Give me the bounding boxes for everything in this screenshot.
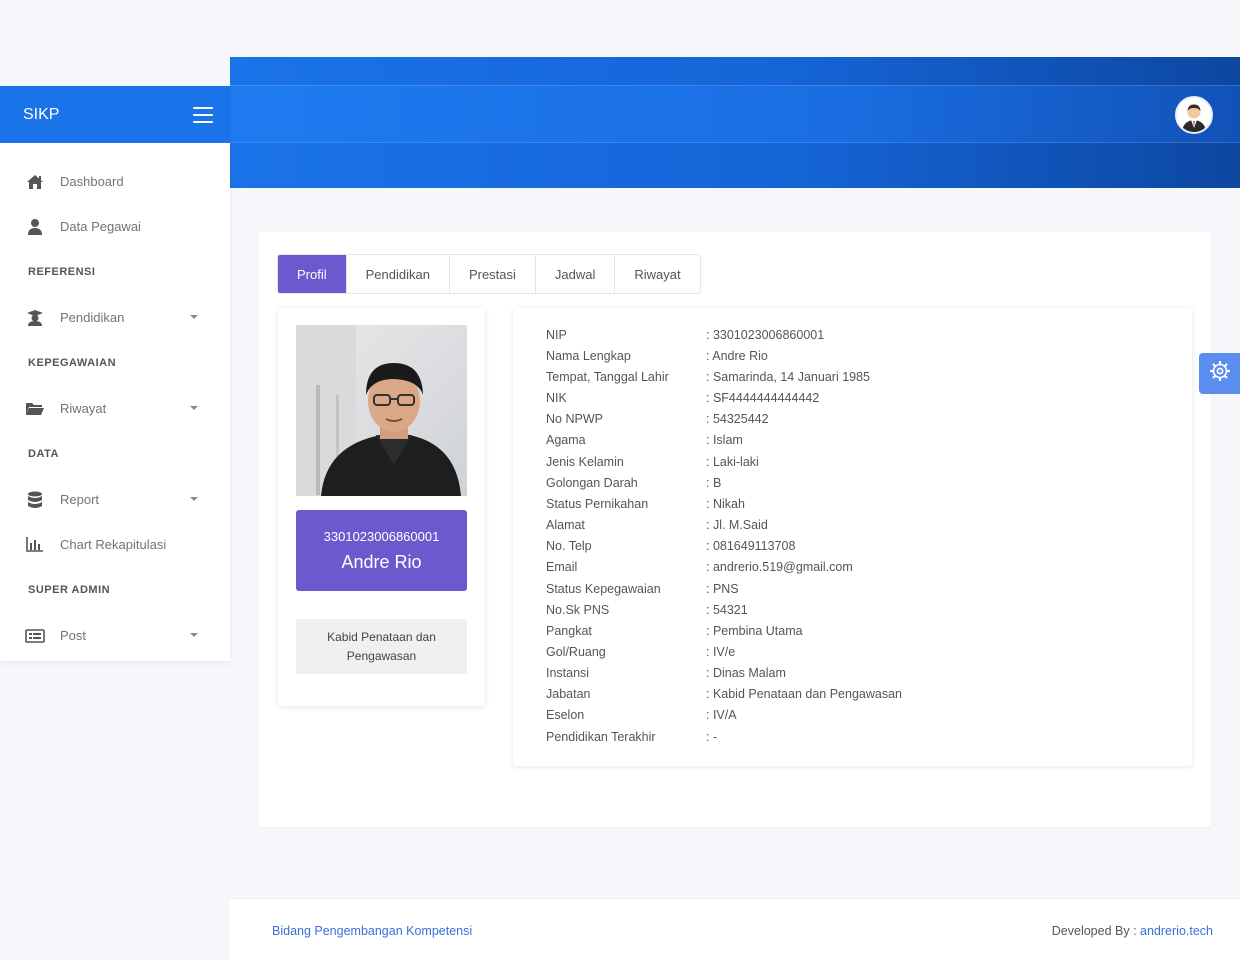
database-icon bbox=[24, 491, 46, 509]
detail-row: No. Telp: 081649113708 bbox=[546, 539, 796, 553]
tab-pendidikan[interactable]: Pendidikan bbox=[346, 255, 450, 293]
tab-prestasi[interactable]: Prestasi bbox=[449, 255, 536, 293]
detail-row: Jenis Kelamin: Laki-laki bbox=[546, 455, 759, 469]
header-bar bbox=[230, 57, 1240, 188]
sidebar-item-dashboard[interactable]: Dashboard bbox=[0, 159, 230, 204]
detail-row: Email: andrerio.519@gmail.com bbox=[546, 560, 853, 574]
profile-nip: 3301023006860001 bbox=[323, 529, 440, 544]
home-icon bbox=[24, 173, 46, 191]
detail-row: Nama Lengkap: Andre Rio bbox=[546, 349, 768, 363]
user-icon bbox=[24, 218, 46, 236]
footer-right: Developed By : andrerio.tech bbox=[1052, 924, 1213, 938]
folder-icon bbox=[24, 400, 46, 418]
user-avatar[interactable] bbox=[1175, 96, 1213, 134]
detail-row: Gol/Ruang: IV/e bbox=[546, 645, 736, 659]
tab-profil[interactable]: Profil bbox=[278, 255, 347, 293]
detail-row: Eselon: IV/A bbox=[546, 708, 737, 722]
sidebar: SIKP Dashboard Data Pegawai REFERENSI Pe… bbox=[0, 86, 230, 661]
gear-icon bbox=[1209, 360, 1230, 386]
detail-row: Tempat, Tanggal Lahir: Samarinda, 14 Jan… bbox=[546, 370, 870, 384]
hamburger-icon[interactable] bbox=[193, 106, 213, 123]
developer-link[interactable]: andrerio.tech bbox=[1140, 924, 1213, 938]
section-heading-super-admin: SUPER ADMIN bbox=[28, 584, 111, 596]
detail-row: Alamat: Jl. M.Said bbox=[546, 518, 768, 532]
footer-left-text[interactable]: Bidang Pengembangan Kompetensi bbox=[272, 924, 472, 938]
detail-row: Pangkat: Pembina Utama bbox=[546, 624, 803, 638]
chevron-down-icon bbox=[190, 315, 198, 319]
sidebar-item-chart-rekapitulasi[interactable]: Chart Rekapitulasi bbox=[0, 522, 230, 567]
profile-name: Andre Rio bbox=[341, 552, 422, 572]
section-heading-referensi: REFERENSI bbox=[28, 266, 96, 278]
sidebar-menu: Dashboard Data Pegawai REFERENSI Pendidi… bbox=[0, 143, 230, 658]
profile-card: 3301023006860001 Andre Rio Kabid Penataa… bbox=[278, 308, 485, 706]
sidebar-item-label: Dashboard bbox=[60, 174, 124, 189]
header-navbar bbox=[230, 85, 1240, 143]
profile-details: NIP: 3301023006860001 Nama Lengkap: Andr… bbox=[513, 308, 1192, 766]
chevron-down-icon bbox=[190, 633, 198, 637]
section-heading-kepegawaian: KEPEGAWAIAN bbox=[28, 357, 117, 369]
list-alt-icon bbox=[24, 627, 46, 645]
graduate-icon bbox=[24, 309, 46, 327]
sidebar-brand: SIKP bbox=[0, 86, 230, 143]
detail-row: NIK: SF4444444444442 bbox=[546, 391, 820, 405]
section-heading-data: DATA bbox=[28, 448, 59, 460]
profile-position: Kabid Penataan dan Pengawasan bbox=[296, 619, 467, 674]
sidebar-item-riwayat[interactable]: Riwayat bbox=[0, 386, 230, 431]
profile-panel: Profil Pendidikan Prestasi Jadwal Riwaya… bbox=[259, 232, 1211, 827]
settings-button[interactable] bbox=[1199, 353, 1240, 394]
detail-row: Agama: Islam bbox=[546, 433, 743, 447]
detail-row: NIP: 3301023006860001 bbox=[546, 328, 825, 342]
chevron-down-icon bbox=[190, 406, 198, 410]
footer: Bidang Pengembangan Kompetensi Developed… bbox=[230, 898, 1240, 960]
detail-row: Instansi: Dinas Malam bbox=[546, 666, 786, 680]
chevron-down-icon bbox=[190, 497, 198, 501]
profile-photo bbox=[296, 325, 467, 496]
footer-developed-by: Developed By : bbox=[1051, 924, 1137, 938]
sidebar-item-post[interactable]: Post bbox=[0, 613, 230, 658]
sidebar-item-label: Data Pegawai bbox=[60, 219, 141, 234]
detail-row: Golongan Darah: B bbox=[546, 476, 722, 490]
sidebar-item-label: Pendidikan bbox=[60, 310, 125, 325]
profile-id-box: 3301023006860001 Andre Rio bbox=[296, 510, 467, 591]
bar-chart-icon bbox=[24, 536, 46, 554]
sidebar-item-label: Riwayat bbox=[60, 401, 107, 416]
tab-riwayat[interactable]: Riwayat bbox=[615, 255, 700, 293]
sidebar-item-label: Post bbox=[60, 628, 87, 643]
tab-jadwal[interactable]: Jadwal bbox=[535, 255, 616, 293]
detail-row: Status Kepegawaian: PNS bbox=[546, 582, 739, 596]
profile-tabs: Profil Pendidikan Prestasi Jadwal Riwaya… bbox=[277, 254, 701, 294]
detail-row: Pendidikan Terakhir: - bbox=[546, 730, 718, 744]
sidebar-item-pendidikan[interactable]: Pendidikan bbox=[0, 295, 230, 340]
app-title[interactable]: SIKP bbox=[23, 106, 59, 124]
detail-row: Status Pernikahan: Nikah bbox=[546, 497, 745, 511]
detail-row: Jabatan: Kabid Penataan dan Pengawasan bbox=[546, 687, 902, 701]
sidebar-item-label: Report bbox=[60, 492, 100, 507]
sidebar-item-report[interactable]: Report bbox=[0, 477, 230, 522]
detail-row: No NPWP: 54325442 bbox=[546, 412, 769, 426]
detail-row: No.Sk PNS: 54321 bbox=[546, 603, 748, 617]
sidebar-item-data-pegawai[interactable]: Data Pegawai bbox=[0, 204, 230, 249]
sidebar-item-label: Chart Rekapitulasi bbox=[60, 537, 167, 552]
